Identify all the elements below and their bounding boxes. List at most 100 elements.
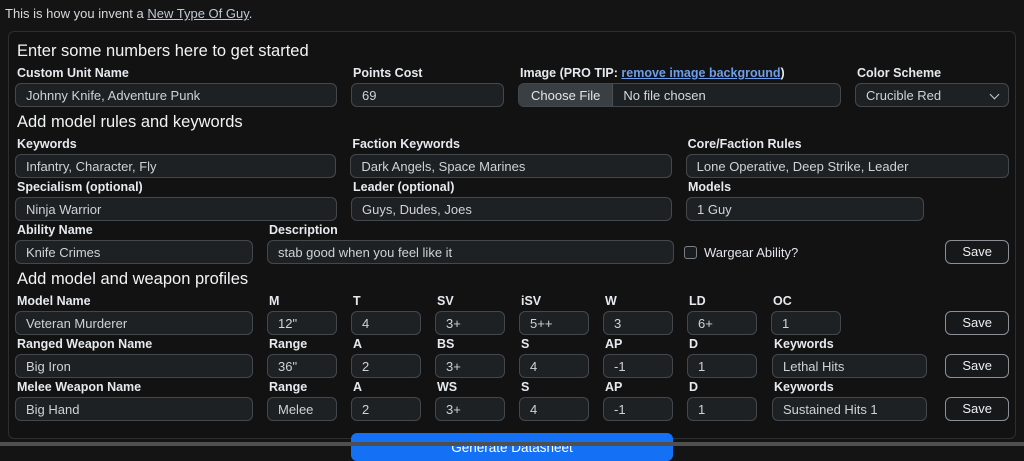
image-upload-field: Image (PRO TIP: remove image background)… [518, 66, 841, 107]
melee-d-input[interactable] [687, 397, 757, 421]
save-ranged-weapon-button[interactable]: Save [945, 354, 1009, 378]
ranged-ap-field: AP [603, 337, 673, 378]
melee-s-field: S [519, 380, 589, 421]
intro-suffix: . [249, 6, 253, 21]
ranged-s-field: S [519, 337, 589, 378]
intro-text: This is how you invent a New Type Of Guy… [0, 0, 1024, 22]
remove-image-background-link[interactable]: remove image background [621, 66, 780, 80]
model-name-field: Model Name [15, 294, 253, 335]
description-input[interactable] [267, 240, 674, 264]
model-stat-sv-input[interactable] [435, 311, 505, 335]
ranged-keywords-field: Keywords [772, 337, 927, 378]
ranged-range-field: Range [267, 337, 337, 378]
faction-keywords-field: Faction Keywords [350, 137, 671, 178]
description-label: Description [269, 223, 674, 237]
faction-keywords-label: Faction Keywords [352, 137, 671, 151]
model-stat-sv-label: SV [437, 294, 505, 308]
color-scheme-select[interactable]: Crucible Red [855, 83, 1009, 107]
row-basic-info: Custom Unit Name Points Cost Image (PRO … [15, 66, 1009, 107]
section-title-rules: Add model rules and keywords [17, 113, 1009, 132]
ranged-bs-input[interactable] [435, 354, 505, 378]
custom-unit-name-input[interactable] [15, 83, 337, 107]
melee-d-field: D [687, 380, 757, 421]
melee-a-field: A [351, 380, 421, 421]
melee-weapon-name-field: Melee Weapon Name [15, 380, 253, 421]
core-faction-rules-field: Core/Faction Rules [686, 137, 1009, 178]
row-keywords: Keywords Faction Keywords Core/Faction R… [15, 137, 1009, 178]
ranged-keywords-input[interactable] [772, 354, 927, 378]
melee-s-input[interactable] [519, 397, 589, 421]
model-name-label: Model Name [17, 294, 253, 308]
ranged-range-label: Range [269, 337, 337, 351]
ranged-weapon-name-input[interactable] [15, 354, 253, 378]
choose-file-button[interactable]: Choose File [519, 84, 613, 106]
melee-keywords-label: Keywords [774, 380, 927, 394]
melee-weapon-name-input[interactable] [15, 397, 253, 421]
wargear-ability-group: Wargear Ability? [684, 240, 798, 264]
model-stat-w-field: W [603, 294, 673, 335]
new-type-of-guy-link[interactable]: New Type Of Guy [147, 6, 248, 21]
ranged-s-input[interactable] [519, 354, 589, 378]
file-status-text: No file chosen [613, 84, 715, 106]
ranged-d-label: D [689, 337, 757, 351]
bottom-edge-strip [0, 442, 1024, 446]
ranged-d-field: D [687, 337, 757, 378]
model-stat-t-input[interactable] [351, 311, 421, 335]
melee-ap-input[interactable] [603, 397, 673, 421]
wargear-ability-checkbox[interactable] [684, 246, 697, 259]
ranged-d-input[interactable] [687, 354, 757, 378]
model-stat-oc-input[interactable] [771, 311, 841, 335]
ranged-bs-field: BS [435, 337, 505, 378]
model-stat-t-field: T [351, 294, 421, 335]
ranged-a-input[interactable] [351, 354, 421, 378]
save-melee-weapon-button[interactable]: Save [945, 397, 1009, 421]
model-stat-w-input[interactable] [603, 311, 673, 335]
model-stat-ld-input[interactable] [687, 311, 757, 335]
melee-weapon-name-label: Melee Weapon Name [17, 380, 253, 394]
generate-datasheet-button[interactable]: Generate Datasheet [351, 433, 673, 461]
models-label: Models [688, 180, 924, 194]
intro-prefix: This is how you invent a [5, 6, 147, 21]
ability-name-field: Ability Name [15, 223, 253, 264]
model-stat-t-label: T [353, 294, 421, 308]
ranged-range-input[interactable] [267, 354, 337, 378]
keywords-field: Keywords [15, 137, 336, 178]
color-scheme-field: Color Scheme Crucible Red [855, 66, 1009, 107]
points-cost-label: Points Cost [353, 66, 504, 80]
image-file-input[interactable]: Choose File No file chosen [518, 83, 841, 107]
melee-keywords-input[interactable] [772, 397, 927, 421]
melee-keywords-field: Keywords [772, 380, 927, 421]
melee-a-label: A [353, 380, 421, 394]
model-stat-isv-input[interactable] [519, 311, 589, 335]
models-input[interactable] [686, 197, 924, 221]
save-model-button[interactable]: Save [945, 311, 1009, 335]
row-ability: Ability Name Description Wargear Ability… [15, 223, 1009, 264]
faction-keywords-input[interactable] [350, 154, 671, 178]
ability-name-input[interactable] [15, 240, 253, 264]
melee-ap-field: AP [603, 380, 673, 421]
leader-input[interactable] [351, 197, 672, 221]
image-label-suffix: ) [780, 66, 784, 80]
melee-a-input[interactable] [351, 397, 421, 421]
color-scheme-selected-value: Crucible Red [866, 88, 941, 103]
row-ranged-weapon: Ranged Weapon Name Range A BS S AP D Ke [15, 337, 1009, 378]
specialism-label: Specialism (optional) [17, 180, 337, 194]
melee-ws-input[interactable] [435, 397, 505, 421]
row-melee-weapon: Melee Weapon Name Range A WS S AP D Key [15, 380, 1009, 421]
specialism-input[interactable] [15, 197, 337, 221]
wargear-ability-label: Wargear Ability? [704, 245, 798, 260]
melee-range-input[interactable] [267, 397, 337, 421]
core-faction-rules-input[interactable] [686, 154, 1009, 178]
save-ability-button[interactable]: Save [945, 240, 1009, 264]
keywords-input[interactable] [15, 154, 336, 178]
model-stat-oc-label: OC [773, 294, 841, 308]
chevron-down-icon [990, 90, 1000, 100]
section-title-start: Enter some numbers here to get started [17, 42, 1009, 61]
ranged-ap-input[interactable] [603, 354, 673, 378]
model-name-input[interactable] [15, 311, 253, 335]
models-field: Models [686, 180, 924, 221]
model-stat-m-input[interactable] [267, 311, 337, 335]
leader-label: Leader (optional) [353, 180, 672, 194]
points-cost-input[interactable] [351, 83, 504, 107]
melee-range-field: Range [267, 380, 337, 421]
